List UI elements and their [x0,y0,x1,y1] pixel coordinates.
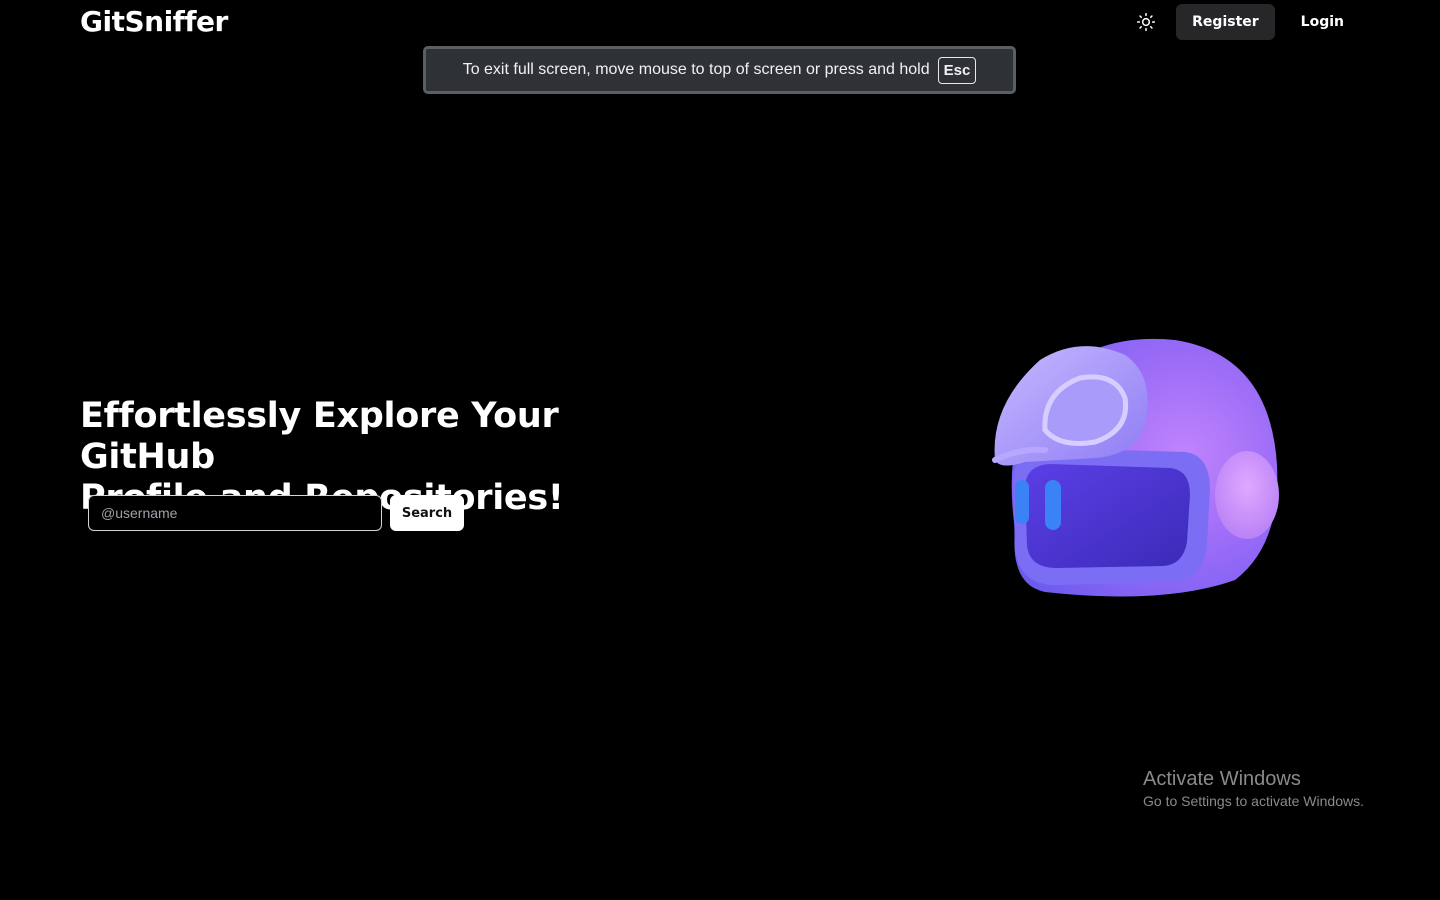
watermark-title: Activate Windows [1143,768,1301,790]
watermark-subtitle: Go to Settings to activate Windows. [1143,793,1364,809]
app-logo[interactable]: GitSniffer [80,5,228,38]
activate-windows-watermark: Activate Windows Go to Settings to activ… [1143,767,1364,811]
login-button[interactable]: Login [1285,4,1360,40]
fullscreen-exit-notice: To exit full screen, move mouse to top o… [423,46,1016,94]
top-nav: Register Login [1128,4,1360,40]
helmet-robot-mascot-illustration [992,338,1279,597]
register-button[interactable]: Register [1176,4,1275,40]
esc-key-badge: Esc [937,56,977,84]
hero-title-line-1: Effortlessly Explore Your GitHub [80,396,559,477]
username-search-input[interactable] [88,495,382,531]
search-form: Search [88,495,464,531]
fullscreen-notice-text: To exit full screen, move mouse to top o… [462,61,930,78]
sun-icon [1137,12,1156,32]
page: GitSniffer Register Login To exit full s… [0,0,1440,900]
theme-toggle-button[interactable] [1128,4,1164,40]
search-button[interactable]: Search [390,495,464,531]
